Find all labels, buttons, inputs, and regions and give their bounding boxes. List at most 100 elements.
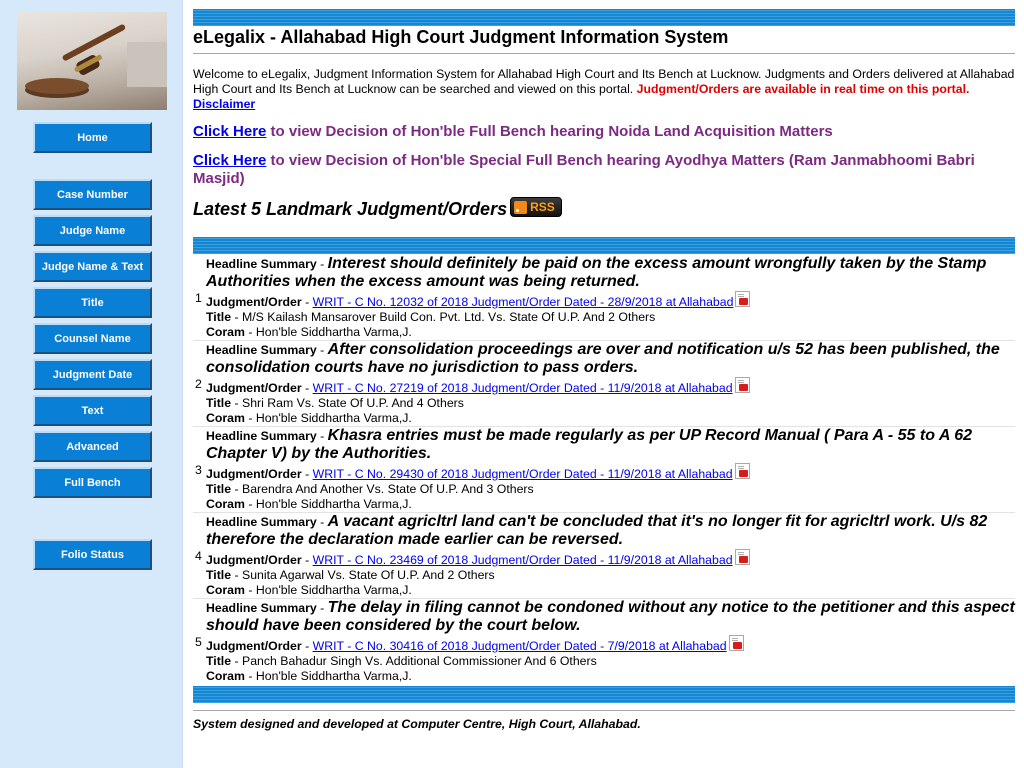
judgment-label: Judgment/Order [206, 381, 302, 395]
counsel-name-button[interactable]: Counsel Name [33, 323, 152, 354]
judgment-row: 2 Headline Summary - After consolidation… [193, 341, 1015, 427]
judgment-order: Judgment/Order - WRIT - C No. 27219 of 2… [206, 377, 1015, 396]
row-number: 2 [195, 377, 202, 391]
judgment-date-button[interactable]: Judgment Date [33, 359, 152, 390]
case-title-text: Barendra And Another Vs. State Of U.P. A… [242, 482, 534, 496]
pdf-icon[interactable] [734, 377, 750, 393]
ayodhya-click-here-link[interactable]: Click Here [193, 152, 266, 169]
page-title: eLegalix - Allahabad High Court Judgment… [193, 27, 729, 47]
full-bench-button[interactable]: Full Bench [33, 467, 152, 498]
label-separator: - [231, 310, 242, 324]
label-separator: - [231, 654, 242, 668]
coram-text: Hon'ble Siddhartha Varma,J. [255, 583, 412, 597]
row-number: 3 [195, 463, 202, 477]
pdf-icon[interactable] [734, 463, 750, 479]
disclaimer-link[interactable]: Disclaimer [193, 97, 255, 111]
label-separator: - [231, 568, 242, 582]
coram-label: Coram [206, 583, 245, 597]
label-separator: - [244, 497, 256, 511]
label-separator: - [316, 429, 328, 443]
title-divider [193, 53, 1015, 54]
top-banner-bar [193, 9, 1015, 26]
judgment-link[interactable]: WRIT - C No. 12032 of 2018 Judgment/Orde… [313, 295, 734, 309]
label-separator: - [316, 601, 328, 615]
label-separator: - [244, 669, 256, 683]
footer-divider [193, 710, 1015, 711]
headline-summary: Headline Summary - Interest should defin… [206, 255, 1015, 291]
row-number: 1 [195, 291, 202, 305]
landmark-heading-text: Latest 5 Landmark Judgment/Orders [193, 199, 508, 219]
judgment-row: 5 Headline Summary - The delay in filing… [193, 599, 1015, 685]
case-number-button[interactable]: Case Number [33, 179, 152, 210]
coram-text: Hon'ble Siddhartha Varma,J. [255, 411, 412, 425]
headline-label: Headline Summary [206, 429, 317, 443]
coram-text: Hon'ble Siddhartha Varma,J. [255, 497, 412, 511]
coram-text: Hon'ble Siddhartha Varma,J. [255, 325, 412, 339]
judgment-link[interactable]: WRIT - C No. 27219 of 2018 Judgment/Orde… [313, 381, 733, 395]
footer: System designed and developed at Compute… [193, 717, 641, 731]
label-separator: - [244, 411, 256, 425]
label-separator: - [316, 257, 328, 271]
case-title: Title - Sunita Agarwal Vs. State Of U.P.… [206, 568, 1015, 583]
judgment-label: Judgment/Order [206, 553, 302, 567]
notice-ayodhya-text: to view Decision of Hon'ble Special Full… [193, 152, 975, 187]
headline-label: Headline Summary [206, 601, 317, 615]
gavel-icon [17, 12, 167, 110]
title-label: Title [206, 396, 232, 410]
judgment-order: Judgment/Order - WRIT - C No. 30416 of 2… [206, 635, 1015, 654]
title-label: Title [206, 654, 232, 668]
case-title: Title - Panch Bahadur Singh Vs. Addition… [206, 654, 1015, 669]
coram: Coram - Hon'ble Siddhartha Varma,J. [206, 411, 1015, 426]
notice-noida: Click Here to view Decision of Hon'ble F… [193, 123, 1015, 141]
headline-summary: Headline Summary - The delay in filing c… [206, 599, 1015, 635]
advanced-button[interactable]: Advanced [33, 431, 152, 462]
coram: Coram - Hon'ble Siddhartha Varma,J. [206, 669, 1015, 684]
case-title-text: Sunita Agarwal Vs. State Of U.P. And 2 O… [242, 568, 495, 582]
judgment-link[interactable]: WRIT - C No. 23469 of 2018 Judgment/Orde… [313, 553, 733, 567]
judgment-row: 4 Headline Summary - A vacant agricltrl … [193, 513, 1015, 599]
home-button[interactable]: Home [33, 122, 152, 153]
title-label: Title [206, 482, 232, 496]
label-separator: - [301, 381, 313, 395]
label-separator: - [244, 325, 256, 339]
coram-label: Coram [206, 497, 245, 511]
notice-noida-text: to view Decision of Hon'ble Full Bench h… [270, 123, 833, 140]
judgment-label: Judgment/Order [206, 639, 302, 653]
coram-label: Coram [206, 325, 245, 339]
judge-name-button[interactable]: Judge Name [33, 215, 152, 246]
headline-label: Headline Summary [206, 343, 317, 357]
coram-text: Hon'ble Siddhartha Varma,J. [255, 669, 412, 683]
headline-label: Headline Summary [206, 515, 317, 529]
coram-label: Coram [206, 669, 245, 683]
realtime-notice: Judgment/Orders are available in real ti… [636, 82, 970, 96]
label-separator: - [301, 639, 313, 653]
coram: Coram - Hon'ble Siddhartha Varma,J. [206, 583, 1015, 598]
judgment-order: Judgment/Order - WRIT - C No. 12032 of 2… [206, 291, 1015, 310]
judge-name-text-button[interactable]: Judge Name & Text [33, 251, 152, 282]
title-label: Title [206, 568, 232, 582]
judgment-order: Judgment/Order - WRIT - C No. 29430 of 2… [206, 463, 1015, 482]
case-title: Title - Shri Ram Vs. State Of U.P. And 4… [206, 396, 1015, 411]
noida-click-here-link[interactable]: Click Here [193, 123, 266, 140]
label-separator: - [231, 396, 242, 410]
list-top-bar [193, 237, 1015, 254]
judgment-link[interactable]: WRIT - C No. 29430 of 2018 Judgment/Orde… [313, 467, 733, 481]
pdf-icon[interactable] [734, 549, 750, 565]
label-separator: - [316, 343, 328, 357]
label-separator: - [316, 515, 328, 529]
list-bottom-bar [193, 686, 1015, 703]
headline-summary: Headline Summary - Khasra entries must b… [206, 427, 1015, 463]
title-button[interactable]: Title [33, 287, 152, 318]
case-title-text: Shri Ram Vs. State Of U.P. And 4 Others [242, 396, 464, 410]
pdf-icon[interactable] [728, 635, 744, 651]
headline-summary: Headline Summary - A vacant agricltrl la… [206, 513, 1015, 549]
row-number: 4 [195, 549, 202, 563]
coram: Coram - Hon'ble Siddhartha Varma,J. [206, 497, 1015, 512]
folio-status-button[interactable]: Folio Status [33, 539, 152, 570]
pdf-icon[interactable] [735, 291, 751, 307]
rss-feed-button[interactable]: RSS [510, 197, 563, 217]
text-button[interactable]: Text [33, 395, 152, 426]
judgment-link[interactable]: WRIT - C No. 30416 of 2018 Judgment/Orde… [313, 639, 727, 653]
headline-text: The delay in filing cannot be condoned w… [206, 599, 1015, 634]
judgment-order: Judgment/Order - WRIT - C No. 23469 of 2… [206, 549, 1015, 568]
